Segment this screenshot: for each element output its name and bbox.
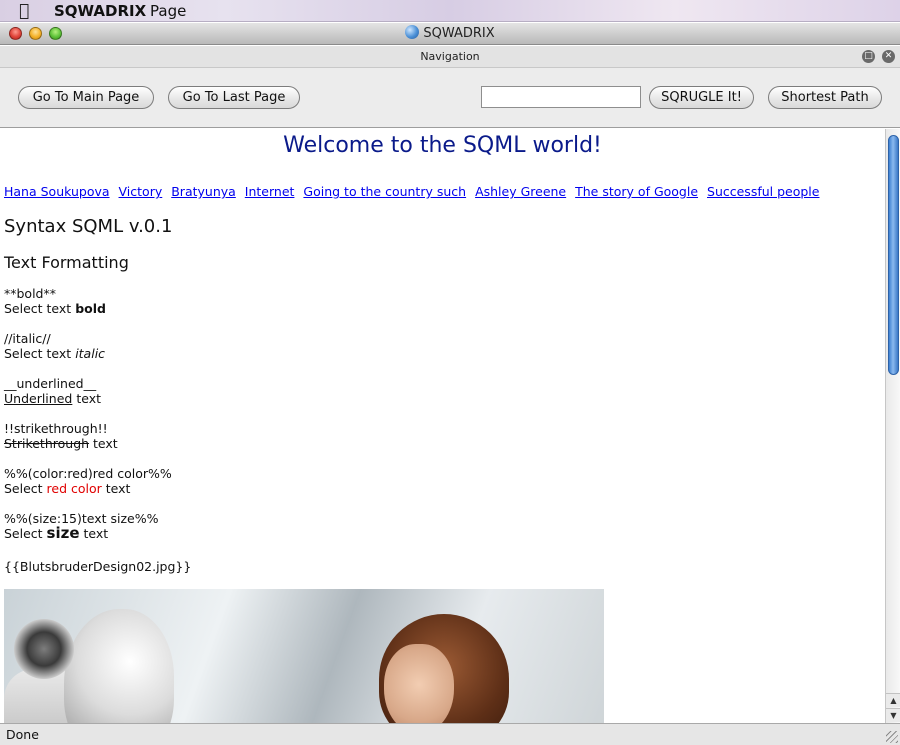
strikethrough-suffix: text: [89, 436, 118, 451]
resize-grip-icon[interactable]: [886, 731, 898, 743]
sqrugle-it-button[interactable]: SQRUGLE It!: [649, 86, 754, 109]
strikethrough-sample-line: Strikethrough text: [4, 436, 118, 451]
color-prefix: Select: [4, 481, 47, 496]
italic-sample-line: Select text italic: [4, 346, 105, 361]
go-to-main-page-button[interactable]: Go To Main Page: [18, 86, 154, 109]
vertical-scrollbar[interactable]: ▲ ▼: [885, 129, 900, 723]
italic-example: //italic// Select text italic: [4, 331, 105, 361]
link-going-to-the-country[interactable]: Going to the country such: [303, 184, 466, 199]
panel-restore-icon[interactable]: □: [862, 50, 875, 63]
size-prefix: Select: [4, 526, 47, 541]
bold-code: **bold**: [4, 286, 56, 301]
page-content: Welcome to the SQML world! Hana Soukupov…: [0, 129, 885, 723]
go-to-last-page-button[interactable]: Go To Last Page: [168, 86, 300, 109]
syntax-heading: Syntax SQML v.0.1: [4, 216, 173, 237]
color-sample: red color: [46, 481, 102, 496]
robot-ear-shape: [14, 619, 74, 679]
bold-sample: bold: [75, 301, 106, 316]
menu-app-name[interactable]: SQWADRIX: [54, 2, 146, 20]
bold-sample-line: Select text bold: [4, 301, 106, 316]
color-code: %%(color:red)red color%%: [4, 466, 172, 481]
menu-page[interactable]: Page: [150, 2, 186, 20]
globe-icon: [405, 25, 420, 39]
formatting-heading: Text Formatting: [4, 253, 129, 272]
scroll-down-icon[interactable]: ▼: [886, 708, 900, 722]
color-example: %%(color:red)red color%% Select red colo…: [4, 466, 172, 496]
menu-bar:  SQWADRIX Page: [0, 0, 900, 22]
panel-close-icon[interactable]: ✕: [882, 50, 895, 63]
size-suffix: text: [79, 526, 109, 541]
link-hana-soukupova[interactable]: Hana Soukupova: [4, 184, 110, 199]
search-input[interactable]: [481, 86, 641, 108]
underline-sample: Underlined: [4, 391, 73, 406]
navigation-panel: Navigation □ ✕ Go To Main Page Go To Las…: [0, 46, 900, 128]
navigation-header: Navigation □ ✕: [0, 46, 900, 68]
underline-suffix: text: [72, 391, 101, 406]
size-code: %%(size:15)text size%%: [4, 511, 159, 526]
size-example: %%(size:15)text size%% Select size text: [4, 511, 159, 541]
robot-head-shape: [64, 609, 174, 723]
scrollbar-thumb[interactable]: [888, 135, 899, 375]
underline-sample-line: Underlined text: [4, 391, 101, 406]
woman-face-shape: [384, 644, 454, 723]
link-story-of-google[interactable]: The story of Google: [575, 184, 698, 199]
size-sample: size: [46, 524, 80, 542]
link-successful-people[interactable]: Successful people: [707, 184, 819, 199]
bold-prefix: Select text: [4, 301, 76, 316]
blutsbruder-image: [4, 589, 604, 723]
page-title: Welcome to the SQML world!: [283, 133, 602, 158]
italic-code: //italic//: [4, 331, 51, 346]
size-sample-line: Select size text: [4, 524, 159, 542]
underline-example: __underlined__ Underlined text: [4, 376, 101, 406]
link-list: Hana Soukupova Victory Bratyunya Interne…: [4, 184, 824, 199]
italic-prefix: Select text: [4, 346, 76, 361]
link-internet[interactable]: Internet: [245, 184, 295, 199]
color-sample-line: Select red color text: [4, 481, 172, 496]
status-text: Done: [6, 727, 39, 742]
strikethrough-code: !!strikethrough!!: [4, 421, 108, 436]
strikethrough-sample: Strikethrough: [4, 436, 90, 451]
window-title-area: SQWADRIX: [0, 25, 900, 42]
color-suffix: text: [101, 481, 131, 496]
navigation-title: Navigation: [420, 50, 480, 63]
status-bar: Done: [0, 723, 900, 745]
strikethrough-example: !!strikethrough!! Strikethrough text: [4, 421, 118, 451]
scroll-up-icon[interactable]: ▲: [886, 693, 900, 707]
link-victory[interactable]: Victory: [119, 184, 163, 199]
italic-sample: italic: [75, 346, 106, 361]
link-ashley-greene[interactable]: Ashley Greene: [475, 184, 566, 199]
window-title: SQWADRIX: [423, 26, 495, 41]
bold-example: **bold** Select text bold: [4, 286, 106, 316]
apple-logo-icon[interactable]: : [19, 1, 29, 21]
underline-code: __underlined__: [4, 376, 97, 391]
window-title-bar: SQWADRIX: [0, 23, 900, 45]
shortest-path-button[interactable]: Shortest Path: [768, 86, 882, 109]
image-code: {{BlutsbruderDesign02.jpg}}: [4, 559, 192, 574]
link-bratyunya[interactable]: Bratyunya: [171, 184, 236, 199]
